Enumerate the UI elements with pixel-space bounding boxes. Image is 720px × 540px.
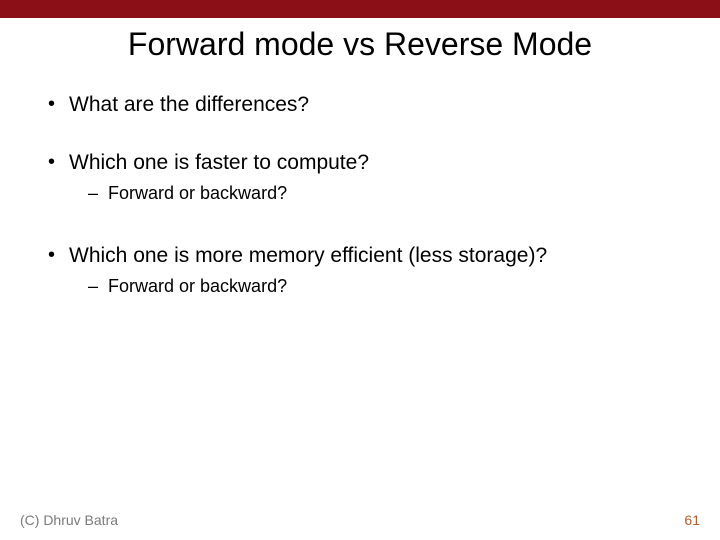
sub-bullet-text: Forward or backward? xyxy=(108,183,287,204)
bullet-dot-icon: • xyxy=(48,244,55,267)
bullet-item: • Which one is faster to compute? xyxy=(48,151,672,175)
bullet-text: Which one is more memory efficient (less… xyxy=(69,244,547,268)
bullet-dot-icon: • xyxy=(48,93,55,116)
sub-bullet-item: – Forward or backward? xyxy=(88,276,672,297)
bullet-dash-icon: – xyxy=(88,276,98,297)
slide-title: Forward mode vs Reverse Mode xyxy=(0,26,720,63)
slide-content: • What are the differences? • Which one … xyxy=(0,63,720,297)
bullet-text: Which one is faster to compute? xyxy=(69,151,369,175)
bullet-dash-icon: – xyxy=(88,183,98,204)
page-number: 61 xyxy=(684,512,700,528)
bullet-text: What are the differences? xyxy=(69,93,309,117)
slide-footer: (C) Dhruv Batra 61 xyxy=(0,512,720,528)
sub-bullet-text: Forward or backward? xyxy=(108,276,287,297)
copyright-text: (C) Dhruv Batra xyxy=(20,512,118,528)
bullet-dot-icon: • xyxy=(48,151,55,174)
sub-bullet-item: – Forward or backward? xyxy=(88,183,672,204)
bullet-item: • What are the differences? xyxy=(48,93,672,117)
bullet-item: • Which one is more memory efficient (le… xyxy=(48,244,672,268)
header-bar xyxy=(0,0,720,18)
